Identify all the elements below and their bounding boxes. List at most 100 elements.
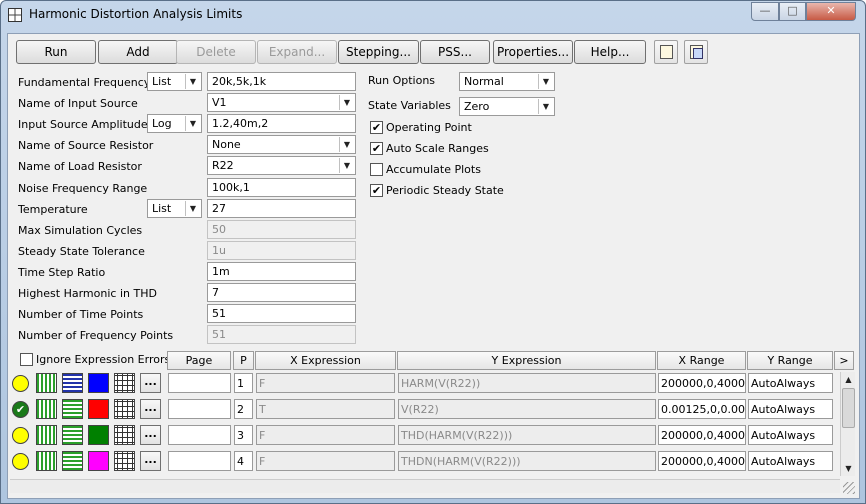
input-source-amplitude-mode[interactable]: Log ▼	[147, 114, 202, 133]
page-cell[interactable]	[168, 425, 231, 445]
chevron-down-icon[interactable]: ▼	[339, 95, 354, 110]
properties-button[interactable]: Properties...	[493, 40, 573, 64]
plot-status-check-icon[interactable]: ✔	[12, 401, 29, 418]
horizontal-scrollbar[interactable]	[10, 479, 840, 493]
table-icon[interactable]	[114, 425, 135, 445]
scroll-down-arrow-icon[interactable]: ▼	[841, 461, 856, 476]
curve-color-swatch[interactable]	[88, 373, 109, 393]
curve-color-swatch[interactable]	[88, 451, 109, 471]
input-source-select[interactable]: V1 ▼	[207, 93, 356, 112]
x-range-cell[interactable]: 0.00125,0,0.000	[658, 399, 746, 419]
curve-color-swatch[interactable]	[88, 399, 109, 419]
plot-status-icon[interactable]	[12, 453, 29, 470]
x-range-column-header[interactable]: X Range	[657, 351, 746, 370]
scroll-up-arrow-icon[interactable]: ▲	[841, 372, 856, 387]
vertical-grid-icon[interactable]	[36, 451, 57, 471]
table-icon[interactable]	[114, 451, 135, 471]
page-column-header[interactable]: Page	[167, 351, 231, 370]
y-range-cell[interactable]: AutoAlways	[748, 399, 833, 419]
row-options-button[interactable]: ...	[140, 425, 161, 445]
help-button[interactable]: Help...	[574, 40, 646, 64]
input-source-amplitude-input[interactable]: 1.2,40m,2	[207, 114, 356, 133]
table-icon[interactable]	[114, 399, 135, 419]
vertical-grid-icon[interactable]	[36, 399, 57, 419]
vertical-grid-icon[interactable]	[36, 373, 57, 393]
plot-status-icon[interactable]	[12, 427, 29, 444]
vertical-grid-icon[interactable]	[36, 425, 57, 445]
p-column-header[interactable]: P	[233, 351, 254, 370]
resize-grip-icon[interactable]	[843, 482, 855, 494]
fundamental-frequency-mode[interactable]: List ▼	[147, 72, 202, 91]
chevron-down-icon[interactable]: ▼	[339, 137, 354, 152]
chevron-down-icon[interactable]: ▼	[185, 74, 200, 89]
x-expression-cell[interactable]: F	[256, 425, 395, 445]
y-expression-cell[interactable]: THDN(HARM(V(R22)))	[398, 451, 656, 471]
time-step-ratio-input[interactable]: 1m	[207, 262, 356, 281]
maximize-button[interactable]: □	[779, 2, 806, 21]
close-button[interactable]: ✕	[806, 2, 856, 21]
stepping-button[interactable]: Stepping...	[338, 40, 419, 64]
vertical-scrollbar[interactable]: ▲ ▼	[840, 372, 855, 476]
expand-button[interactable]: Expand...	[257, 40, 337, 64]
row-options-button[interactable]: ...	[140, 399, 161, 419]
plot-status-icon[interactable]	[12, 375, 29, 392]
y-expression-cell[interactable]: HARM(V(R22))	[398, 373, 656, 393]
run-button[interactable]: Run	[16, 40, 96, 64]
chevron-down-icon[interactable]: ▼	[339, 158, 354, 173]
ignore-errors-checkbox[interactable]	[20, 353, 33, 366]
auto-scale-checkbox[interactable]: ✔	[370, 142, 383, 155]
copy-button[interactable]	[654, 40, 678, 64]
time-points-input[interactable]: 51	[207, 304, 356, 323]
y-expression-cell[interactable]: V(R22)	[398, 399, 656, 419]
run-options-select[interactable]: Normal ▼	[459, 72, 555, 91]
minimize-button[interactable]: —	[751, 2, 779, 21]
x-expression-cell[interactable]: F	[256, 373, 395, 393]
x-range-cell[interactable]: 200000,0,40000	[658, 373, 746, 393]
x-range-cell[interactable]: 200000,0,40000	[658, 451, 746, 471]
x-expression-cell[interactable]: T	[256, 399, 395, 419]
accumulate-plots-checkbox[interactable]	[370, 163, 383, 176]
paste-button[interactable]	[684, 40, 708, 64]
p-cell[interactable]: 1	[234, 373, 253, 393]
horizontal-grid-icon[interactable]	[62, 425, 83, 445]
table-icon[interactable]	[114, 373, 135, 393]
state-variables-select[interactable]: Zero ▼	[459, 97, 555, 116]
more-columns-button[interactable]: >	[834, 351, 854, 370]
delete-button[interactable]: Delete	[176, 40, 256, 64]
fundamental-frequency-input[interactable]: 20k,5k,1k	[207, 72, 356, 91]
operating-point-checkbox[interactable]: ✔	[370, 121, 383, 134]
x-range-cell[interactable]: 200000,0,40000	[658, 425, 746, 445]
source-resistor-select[interactable]: None ▼	[207, 135, 356, 154]
x-expression-column-header[interactable]: X Expression	[255, 351, 396, 370]
row-options-button[interactable]: ...	[140, 373, 161, 393]
horizontal-grid-icon[interactable]	[62, 373, 83, 393]
page-cell[interactable]	[168, 373, 231, 393]
load-resistor-select[interactable]: R22 ▼	[207, 156, 356, 175]
p-cell[interactable]: 3	[234, 425, 253, 445]
chevron-down-icon[interactable]: ▼	[538, 99, 553, 114]
scroll-thumb[interactable]	[842, 388, 855, 428]
y-range-cell[interactable]: AutoAlways	[748, 451, 833, 471]
horizontal-grid-icon[interactable]	[62, 451, 83, 471]
y-expression-cell[interactable]: THD(HARM(V(R22)))	[398, 425, 656, 445]
highest-harmonic-input[interactable]: 7	[207, 283, 356, 302]
y-range-cell[interactable]: AutoAlways	[748, 373, 833, 393]
add-button[interactable]: Add	[98, 40, 178, 64]
y-expression-column-header[interactable]: Y Expression	[397, 351, 656, 370]
temperature-mode[interactable]: List ▼	[147, 199, 202, 218]
chevron-down-icon[interactable]: ▼	[185, 116, 200, 131]
row-options-button[interactable]: ...	[140, 451, 161, 471]
noise-frequency-range-input[interactable]: 100k,1	[207, 178, 356, 197]
page-cell[interactable]	[168, 399, 231, 419]
x-expression-cell[interactable]: F	[256, 451, 395, 471]
y-range-cell[interactable]: AutoAlways	[748, 425, 833, 445]
horizontal-grid-icon[interactable]	[62, 399, 83, 419]
chevron-down-icon[interactable]: ▼	[185, 201, 200, 216]
title-bar[interactable]: Harmonic Distortion Analysis Limits — □ …	[1, 1, 865, 29]
periodic-steady-state-checkbox[interactable]: ✔	[370, 184, 383, 197]
page-cell[interactable]	[168, 451, 231, 471]
p-cell[interactable]: 2	[234, 399, 253, 419]
chevron-down-icon[interactable]: ▼	[538, 74, 553, 89]
p-cell[interactable]: 4	[234, 451, 253, 471]
curve-color-swatch[interactable]	[88, 425, 109, 445]
